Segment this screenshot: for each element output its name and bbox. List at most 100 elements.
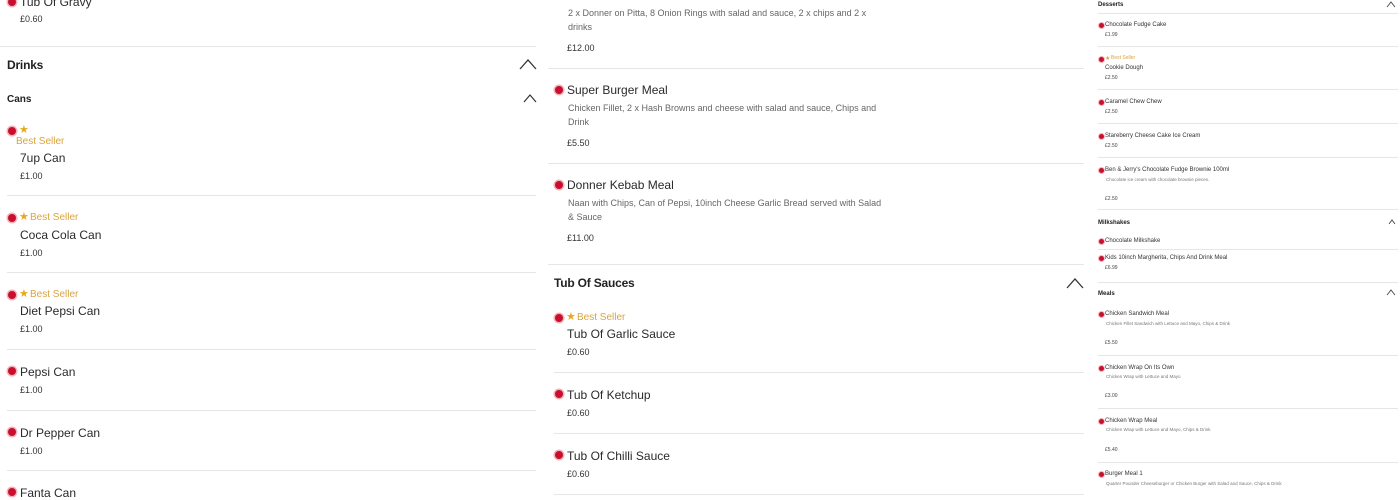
divider — [554, 433, 1084, 434]
item-price: £5.50 — [1105, 340, 1118, 346]
item-name: Tub Of Chilli Sauce — [567, 449, 670, 463]
item-name: Tub Of Ketchup — [567, 388, 651, 402]
item-price: £5.50 — [567, 138, 590, 148]
item-description: Chocolate ice cream with chocolate brown… — [1106, 177, 1210, 182]
veg-indicator-icon — [8, 0, 16, 6]
subsection-title: Cans — [7, 94, 32, 105]
item-name: Super Burger Meal — [567, 83, 668, 97]
veg-indicator-icon — [8, 214, 16, 222]
veg-indicator-icon — [8, 367, 16, 375]
chevron-up-icon[interactable] — [1386, 289, 1396, 296]
item-price: £0.60 — [567, 469, 590, 479]
veg-indicator-icon — [1099, 312, 1104, 317]
star-icon: ★ — [19, 288, 29, 300]
item-price: £0.60 — [20, 14, 43, 24]
divider — [1098, 249, 1398, 250]
best-seller-badge: Best Seller — [1111, 55, 1136, 61]
item-name: Chicken Wrap Meal — [1105, 418, 1158, 424]
chevron-up-icon[interactable] — [523, 93, 537, 103]
item-description: Quarter Pounder Cheeseburger or Chicken … — [1106, 481, 1282, 486]
best-seller-badge: Best Seller — [16, 136, 65, 147]
divider — [1098, 209, 1398, 210]
veg-indicator-icon — [1099, 239, 1104, 244]
item-description: Chicken Fillet, 2 x Hash Browns and chee… — [568, 103, 877, 127]
chevron-up-icon[interactable] — [1386, 1, 1396, 8]
veg-indicator-icon — [1099, 23, 1104, 28]
divider — [1098, 123, 1398, 124]
section-title: Drinks — [7, 58, 44, 72]
divider — [548, 68, 1084, 69]
divider — [7, 470, 536, 471]
item-name: Diet Pepsi Can — [20, 304, 101, 318]
star-icon: ★ — [19, 211, 29, 223]
chevron-up-icon[interactable] — [1388, 219, 1396, 225]
veg-indicator-icon — [1099, 366, 1104, 371]
veg-indicator-icon — [1099, 256, 1104, 261]
veg-indicator-icon — [8, 127, 16, 135]
item-price: £3.00 — [1105, 393, 1118, 399]
divider — [1098, 462, 1398, 463]
item-name: Donner Kebab Meal — [567, 178, 674, 192]
divider — [1098, 408, 1398, 409]
item-name: Fanta Can — [20, 486, 77, 500]
item-price: £1.00 — [20, 248, 43, 258]
item-name: Chicken Sandwich Meal — [1105, 311, 1170, 317]
item-description: Chicken Wrap with Lettuce and Mayo, Chip… — [1106, 427, 1211, 432]
veg-indicator-icon — [555, 181, 563, 189]
item-name: Ben & Jerry's Chocolate Fudge Brownie 10… — [1105, 167, 1230, 173]
best-seller-badge: Best Seller — [577, 312, 626, 323]
divider — [7, 195, 536, 196]
item-name: Burger Meal 1 — [1105, 471, 1143, 477]
divider — [554, 372, 1084, 373]
chevron-up-icon[interactable] — [519, 58, 537, 70]
item-price: £0.60 — [567, 347, 590, 357]
item-price: £6.99 — [1105, 265, 1118, 271]
item-name: Kids 10inch Margherita, Chips And Drink … — [1105, 255, 1228, 261]
item-price: £2.50 — [1105, 109, 1118, 115]
drinks-column: Tub Of Gravy £0.60 Drinks Cans ★ Best Se… — [0, 0, 540, 500]
item-price: £2.50 — [1105, 196, 1118, 202]
item-price: £1.99 — [1105, 32, 1118, 38]
divider — [7, 410, 536, 411]
item-price: £0.60 — [567, 408, 590, 418]
chevron-up-icon[interactable] — [1066, 277, 1084, 289]
item-name: Chocolate Milkshake — [1105, 238, 1161, 244]
star-icon: ★ — [19, 124, 29, 136]
item-price: £1.00 — [20, 324, 43, 334]
veg-indicator-icon — [555, 451, 563, 459]
item-description: Chicken Wrap with Lettuce and Mayo — [1106, 374, 1181, 379]
item-price: £1.00 — [20, 171, 43, 181]
section-title: Milkshakes — [1098, 220, 1131, 226]
divider — [1098, 46, 1398, 47]
divider — [1098, 355, 1398, 356]
best-seller-badge: Best Seller — [30, 289, 79, 300]
divider — [7, 272, 536, 273]
veg-indicator-icon — [8, 428, 16, 436]
divider — [0, 46, 536, 47]
item-name: Chocolate Fudge Cake — [1105, 22, 1167, 28]
item-name: Tub Of Gravy — [20, 0, 92, 9]
item-price: £1.00 — [20, 385, 43, 395]
item-price: £1.00 — [20, 446, 43, 456]
item-name: Stareberry Cheese Cake Ice Cream — [1105, 133, 1201, 139]
veg-indicator-icon — [8, 488, 16, 496]
veg-indicator-icon — [1099, 134, 1104, 139]
star-icon: ★ — [566, 311, 576, 323]
divider — [1098, 89, 1398, 90]
veg-indicator-icon — [1099, 472, 1104, 477]
section-title: Desserts — [1098, 2, 1124, 8]
veg-indicator-icon — [1099, 57, 1104, 62]
star-icon: ★ — [1105, 56, 1111, 62]
divider — [548, 163, 1084, 164]
veg-indicator-icon — [1099, 100, 1104, 105]
meals-column: 2 x Donner on Pitta, 8 Onion Rings with … — [548, 0, 1088, 500]
veg-indicator-icon — [555, 314, 563, 322]
divider — [7, 349, 536, 350]
item-description: 2 x Donner on Pitta, 8 Onion Rings with … — [568, 8, 867, 32]
item-price: £5.40 — [1105, 447, 1118, 453]
item-price: £11.00 — [567, 233, 594, 243]
divider — [1098, 13, 1398, 14]
item-description: Chicken Fillet Sandwich with Lettuce and… — [1106, 321, 1231, 326]
best-seller-badge: Best Seller — [30, 212, 79, 223]
veg-indicator-icon — [1099, 419, 1104, 424]
